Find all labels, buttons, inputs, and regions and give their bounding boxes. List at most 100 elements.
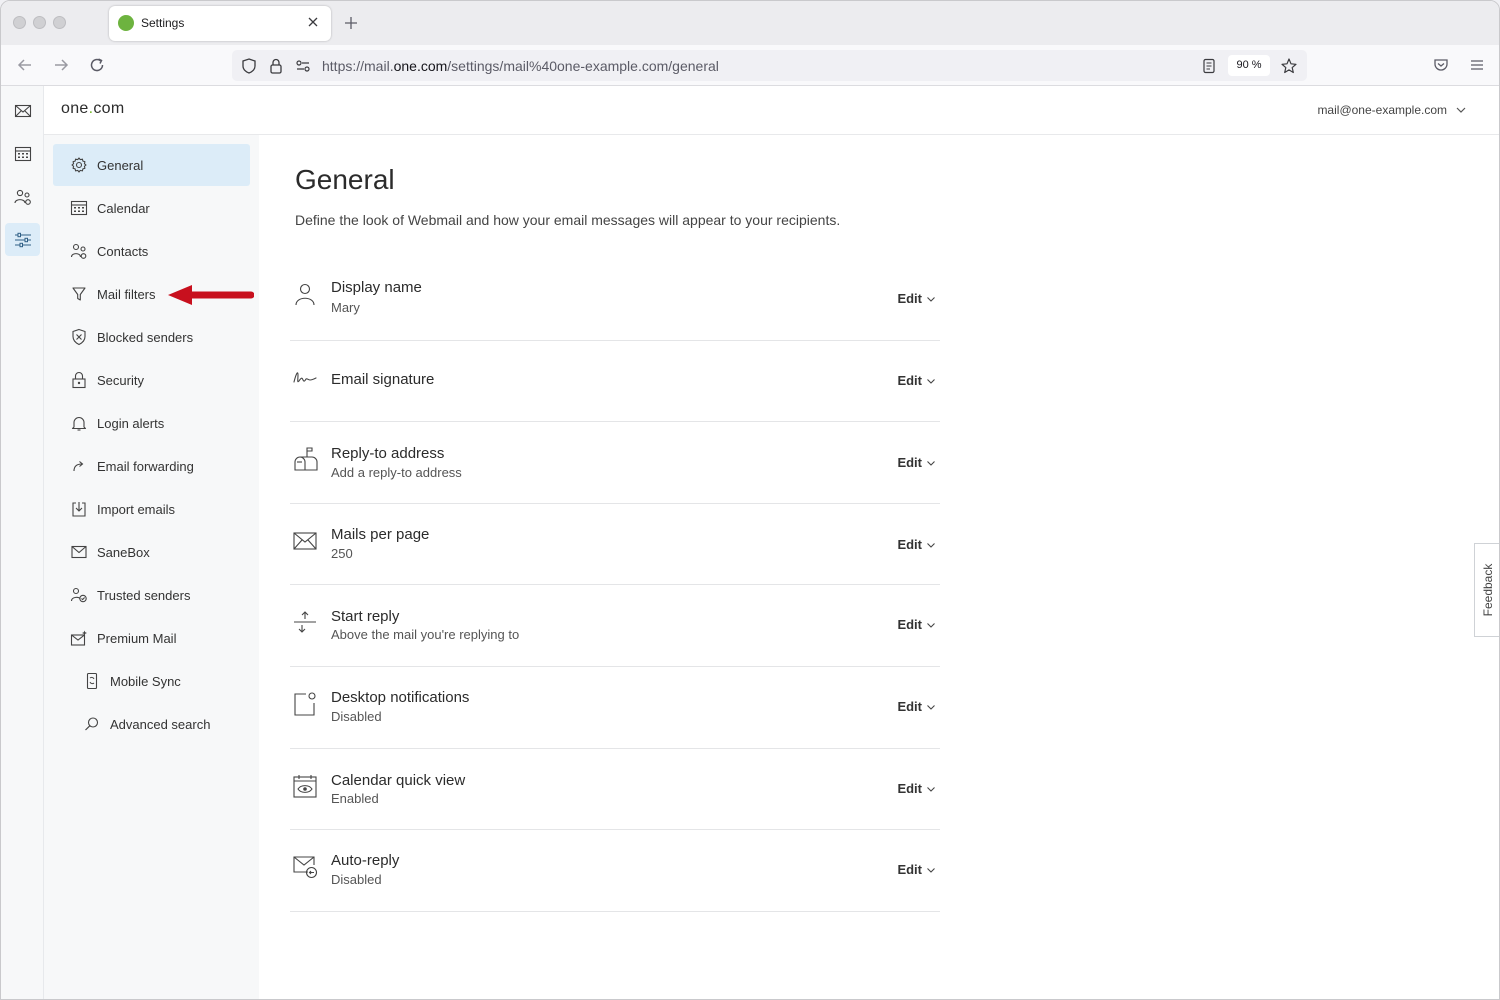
- edit-calendar-quick-view-button[interactable]: Edit: [897, 781, 936, 796]
- contacts-icon: [70, 243, 87, 259]
- page-description: Define the look of Webmail and how your …: [295, 212, 841, 228]
- chevron-down-icon: [927, 704, 935, 710]
- contacts-icon: [13, 189, 31, 205]
- setting-title: Display name: [331, 279, 422, 296]
- auto-reply-icon: [293, 856, 318, 879]
- sidebar-item-login-alerts[interactable]: Login alerts: [53, 402, 250, 444]
- rail-calendar[interactable]: [5, 137, 40, 170]
- setting-title: Auto-reply: [331, 852, 400, 869]
- maximize-window-button[interactable]: [53, 16, 66, 29]
- sidebar-item-contacts[interactable]: Contacts: [53, 230, 250, 272]
- sidebar-item-import-emails[interactable]: Import emails: [53, 488, 250, 530]
- envelope-icon: [293, 532, 317, 550]
- forward-icon: [73, 461, 84, 472]
- page-title: General: [295, 164, 395, 195]
- edit-auto-reply-button[interactable]: Edit: [897, 862, 936, 877]
- calendar-icon: [70, 200, 88, 216]
- calendar-eye-icon: [293, 775, 317, 798]
- chevron-down-icon: [927, 622, 935, 628]
- rail-mail[interactable]: [5, 94, 40, 127]
- sidebar-item-mobile-sync[interactable]: Mobile Sync: [53, 660, 250, 702]
- sidebar-item-trusted-senders[interactable]: Trusted senders: [53, 574, 250, 616]
- sidebar-item-premium-mail[interactable]: Premium Mail: [53, 617, 250, 659]
- tab-title: Settings: [141, 16, 185, 30]
- setting-value: 250: [331, 546, 353, 561]
- app-header: one.com mail@one-example.com: [44, 86, 1499, 135]
- mobile-icon: [86, 672, 98, 690]
- setting-value: Mary: [331, 300, 360, 315]
- pocket-icon[interactable]: [1430, 54, 1452, 76]
- sidebar-item-security[interactable]: Security: [53, 359, 250, 401]
- reload-icon[interactable]: [86, 54, 108, 76]
- search-icon: [85, 717, 99, 731]
- settings-main: General Define the look of Webmail and h…: [259, 135, 1499, 999]
- edit-display-name-button[interactable]: Edit: [897, 291, 936, 306]
- setting-row-auto-reply: Auto-reply Disabled Edit: [290, 830, 940, 912]
- edit-email-signature-button[interactable]: Edit: [897, 373, 936, 388]
- sidebar-item-blocked-senders[interactable]: Blocked senders: [53, 316, 250, 358]
- edit-reply-to-address-button[interactable]: Edit: [897, 455, 936, 470]
- sidebar-item-advanced-search[interactable]: Advanced search: [53, 703, 250, 745]
- lock-icon: [72, 371, 86, 389]
- new-tab-icon[interactable]: [341, 13, 361, 33]
- sidebar-item-email-forwarding[interactable]: Email forwarding: [53, 445, 250, 487]
- menu-icon[interactable]: [1466, 54, 1488, 76]
- chevron-down-icon: [927, 378, 935, 384]
- url-bar[interactable]: https://mail.one.com/settings/mail%40one…: [232, 50, 1307, 81]
- setting-row-desktop-notifications: Desktop notifications Disabled Edit: [290, 667, 940, 749]
- permissions-icon[interactable]: [294, 57, 312, 75]
- chevron-down-icon: [927, 460, 935, 466]
- feedback-button[interactable]: Feedback: [1474, 543, 1499, 637]
- close-tab-icon[interactable]: [303, 12, 323, 32]
- setting-value: Disabled: [331, 872, 382, 887]
- account-email: mail@one-example.com: [1317, 103, 1447, 117]
- mailbox-icon: [294, 447, 318, 471]
- reader-view-icon[interactable]: [1200, 57, 1218, 75]
- bookmark-star-icon[interactable]: [1280, 57, 1298, 75]
- setting-row-mails-per-page: Mails per page 250 Edit: [290, 504, 940, 585]
- gear-icon: [71, 157, 87, 173]
- edit-start-reply-button[interactable]: Edit: [897, 617, 936, 632]
- close-window-button[interactable]: [13, 16, 26, 29]
- tab-strip: Settings: [1, 1, 1499, 45]
- sidebar-item-sanebox[interactable]: SaneBox: [53, 531, 250, 573]
- account-menu[interactable]: mail@one-example.com: [1317, 103, 1467, 117]
- chevron-down-icon: [927, 542, 935, 548]
- edit-mails-per-page-button[interactable]: Edit: [897, 537, 936, 552]
- sidebar-item-general[interactable]: General: [53, 144, 250, 186]
- lock-icon[interactable]: [267, 57, 285, 75]
- minimize-window-button[interactable]: [33, 16, 46, 29]
- settings-sliders-icon: [14, 232, 31, 247]
- sidebar-item-calendar[interactable]: Calendar: [53, 187, 250, 229]
- bell-icon: [71, 417, 87, 431]
- forward-icon[interactable]: [50, 54, 72, 76]
- notification-icon: [294, 692, 316, 716]
- setting-title: Mails per page: [331, 526, 430, 543]
- setting-row-calendar-quick-view: Calendar quick view Enabled Edit: [290, 749, 940, 830]
- app-rail: [1, 86, 44, 999]
- reply-position-icon: [294, 611, 316, 633]
- logo[interactable]: one.com: [61, 100, 125, 118]
- favicon-icon: [118, 15, 134, 31]
- rail-contacts[interactable]: [5, 180, 40, 213]
- shield-icon: [72, 328, 86, 346]
- chevron-down-icon: [1456, 107, 1466, 113]
- tab-settings[interactable]: Settings: [109, 6, 331, 41]
- zoom-level[interactable]: 90 %: [1228, 55, 1270, 76]
- back-icon[interactable]: [14, 54, 36, 76]
- calendar-icon: [14, 146, 31, 161]
- edit-desktop-notifications-button[interactable]: Edit: [897, 699, 936, 714]
- chevron-down-icon: [927, 296, 935, 302]
- navigation-bar: https://mail.one.com/settings/mail%40one…: [1, 45, 1499, 86]
- filter-icon: [72, 287, 86, 301]
- browser-window: Settings https://mail.one.com/settings/m…: [0, 0, 1500, 1000]
- setting-row-email-signature: Email signature Edit: [290, 341, 940, 422]
- tracking-shield-icon[interactable]: [240, 57, 258, 75]
- setting-row-display-name: Display name Mary Edit: [290, 257, 940, 341]
- setting-title: Desktop notifications: [331, 689, 470, 706]
- signature-icon: [293, 372, 317, 383]
- rail-settings[interactable]: [5, 223, 40, 256]
- setting-title: Calendar quick view: [331, 772, 466, 789]
- setting-title: Email signature: [331, 371, 435, 388]
- settings-sidebar: General Calendar Contacts Mail filters B…: [44, 135, 259, 999]
